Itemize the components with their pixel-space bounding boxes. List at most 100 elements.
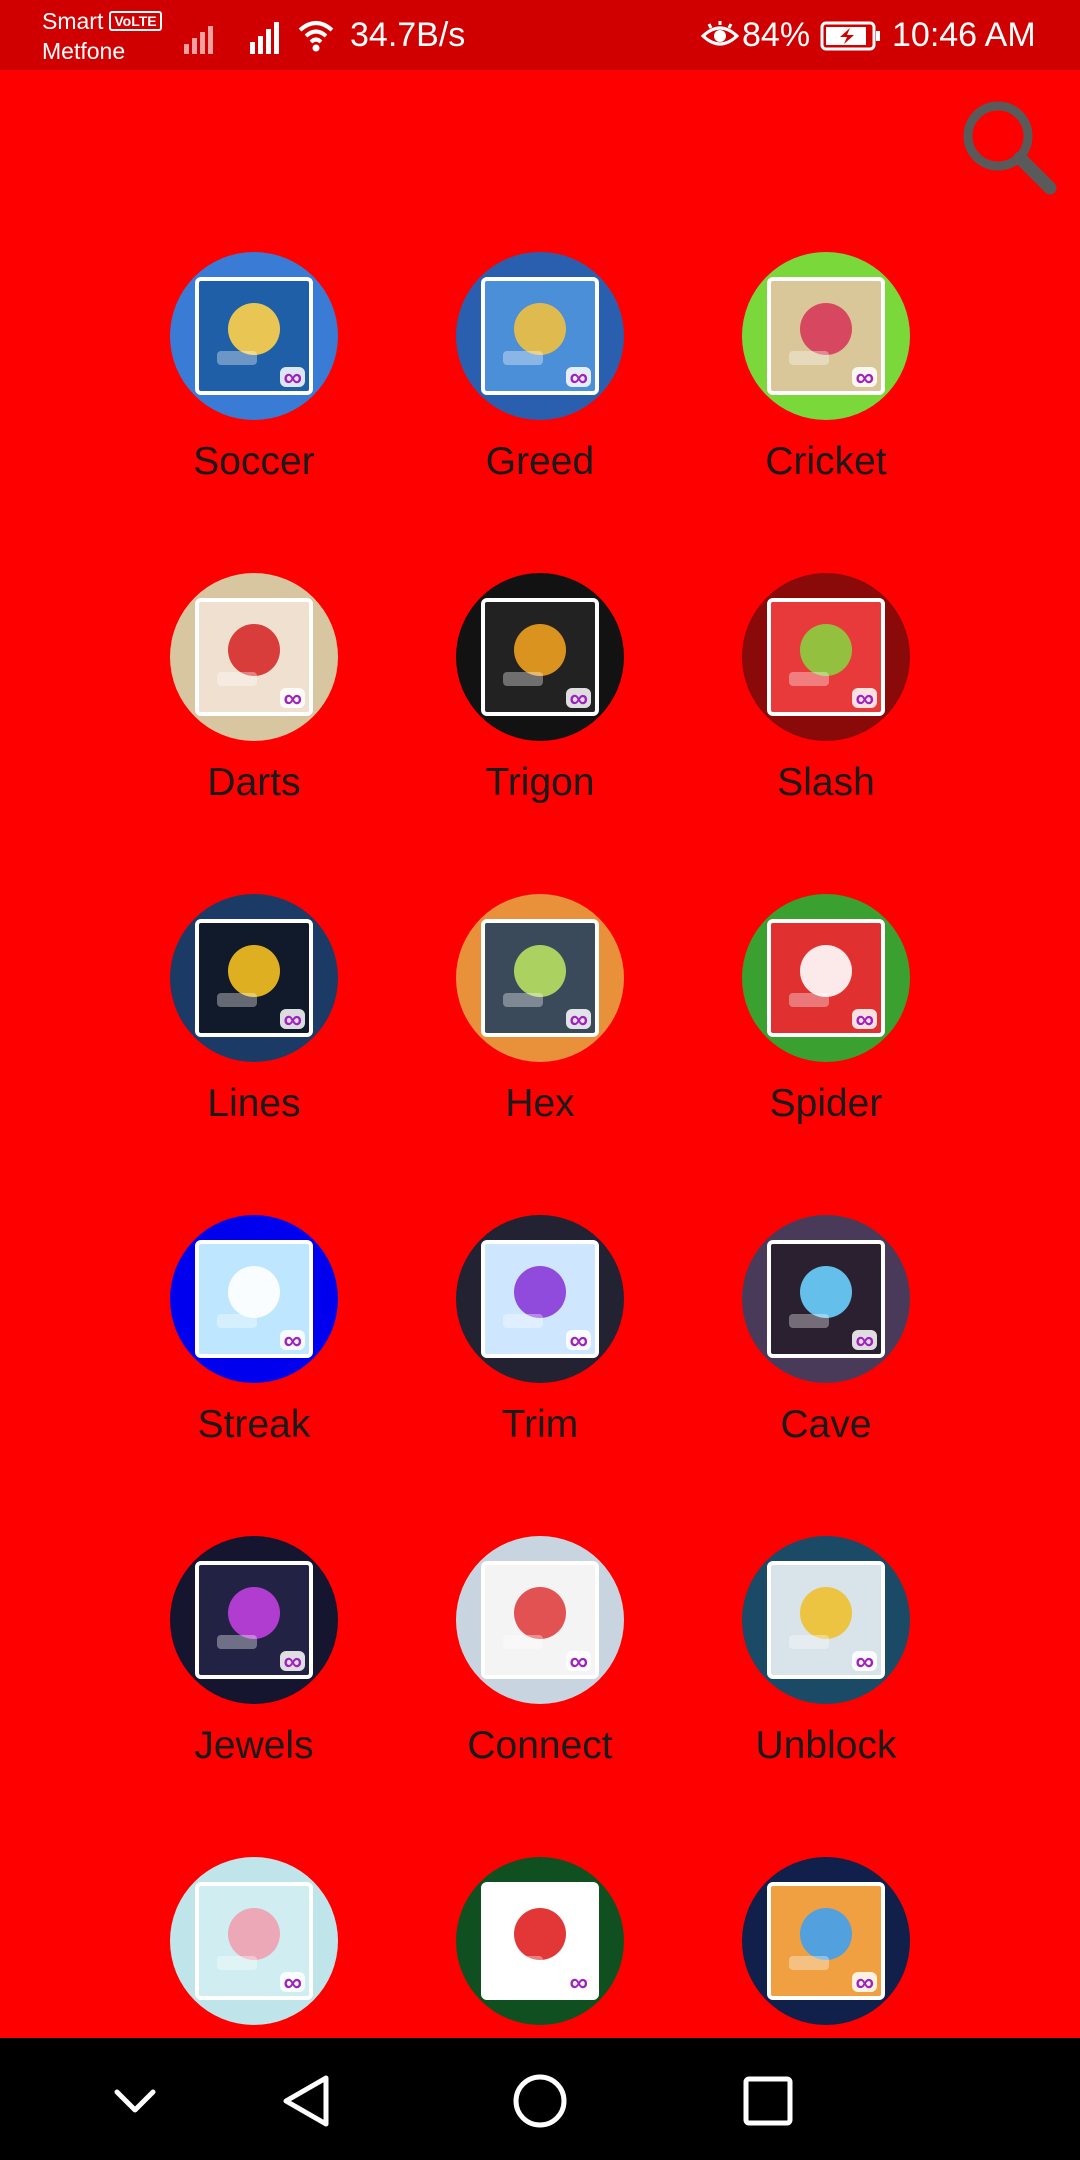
- game-tile[interactable]: ∞ Unblock: [683, 1536, 969, 1857]
- game-tile-content: ∞ Streak: [111, 1215, 397, 1447]
- game-thumbnail: ∞: [481, 598, 599, 716]
- game-icon[interactable]: ∞: [456, 1215, 624, 1383]
- game-tile-content: ∞: [111, 1857, 397, 2038]
- game-tile[interactable]: ∞: [111, 1857, 397, 2038]
- game-tile-content: ∞ Jewels: [111, 1536, 397, 1768]
- game-tile[interactable]: ∞: [397, 1857, 683, 2038]
- game-label: Spider: [769, 1082, 883, 1125]
- infinity-badge-icon: ∞: [280, 1969, 305, 1995]
- collapse-nav-button[interactable]: [100, 2066, 170, 2136]
- game-icon[interactable]: ∞: [742, 1857, 910, 2025]
- game-icon[interactable]: ∞: [456, 894, 624, 1062]
- recents-button[interactable]: [733, 2066, 803, 2136]
- game-thumbnail: ∞: [767, 277, 885, 395]
- infinity-badge-icon: ∞: [852, 1327, 877, 1353]
- infinity-badge-icon: ∞: [280, 364, 305, 390]
- infinity-badge-icon: ∞: [852, 1969, 877, 1995]
- game-icon[interactable]: ∞: [456, 252, 624, 420]
- infinity-badge-icon: ∞: [852, 685, 877, 711]
- game-tile[interactable]: ∞: [683, 1857, 969, 2038]
- game-icon[interactable]: ∞: [742, 894, 910, 1062]
- game-thumbnail: ∞: [767, 1240, 885, 1358]
- game-tile[interactable]: ∞ Cricket: [683, 70, 969, 573]
- game-icon[interactable]: ∞: [742, 573, 910, 741]
- game-icon[interactable]: ∞: [170, 1215, 338, 1383]
- game-tile[interactable]: ∞ Cave: [683, 1215, 969, 1536]
- game-icon[interactable]: ∞: [170, 1857, 338, 2025]
- home-button[interactable]: [505, 2066, 575, 2136]
- game-icon[interactable]: ∞: [456, 1536, 624, 1704]
- game-label: Cricket: [765, 440, 887, 483]
- game-tile[interactable]: ∞ Lines: [111, 894, 397, 1215]
- game-thumbnail: ∞: [481, 277, 599, 395]
- infinity-badge-icon: ∞: [566, 1969, 591, 1995]
- volte-badge: VoLTE: [109, 11, 162, 31]
- network-speed: 34.7B/s: [350, 16, 466, 54]
- home-circle-icon: [513, 2074, 567, 2128]
- games-grid-viewport[interactable]: ∞ Soccer ∞ Greed ∞ Cricket ∞ Darts ∞ Trigon ∞ Slash…: [0, 70, 1080, 2038]
- battery-charging-icon: [820, 21, 880, 51]
- infinity-badge-icon: ∞: [566, 1327, 591, 1353]
- game-thumbnail: ∞: [767, 598, 885, 716]
- game-tile-content: ∞ Trim: [397, 1215, 683, 1447]
- game-tile[interactable]: ∞ Jewels: [111, 1536, 397, 1857]
- infinity-badge-icon: ∞: [280, 1327, 305, 1353]
- game-tile-content: ∞ Darts: [111, 573, 397, 805]
- game-thumbnail: ∞: [481, 1561, 599, 1679]
- game-icon[interactable]: ∞: [170, 1536, 338, 1704]
- game-thumbnail: ∞: [481, 1240, 599, 1358]
- game-tile[interactable]: ∞ Trigon: [397, 573, 683, 894]
- back-triangle-icon: [283, 2075, 329, 2127]
- game-tile[interactable]: ∞ Trim: [397, 1215, 683, 1536]
- infinity-badge-icon: ∞: [566, 364, 591, 390]
- game-thumbnail: ∞: [195, 919, 313, 1037]
- game-tile-content: ∞ Lines: [111, 894, 397, 1126]
- infinity-badge-icon: ∞: [566, 1648, 591, 1674]
- back-button[interactable]: [272, 2066, 342, 2136]
- infinity-badge-icon: ∞: [566, 685, 591, 711]
- game-icon[interactable]: ∞: [170, 252, 338, 420]
- game-tile[interactable]: ∞ Soccer: [111, 70, 397, 573]
- eye-comfort-icon: [700, 21, 740, 46]
- game-tile[interactable]: ∞ Slash: [683, 573, 969, 894]
- game-tile[interactable]: ∞ Connect: [397, 1536, 683, 1857]
- carrier-name-secondary: Metfone: [42, 38, 126, 64]
- game-tile-content: ∞: [683, 1857, 969, 2038]
- game-icon[interactable]: ∞: [742, 1215, 910, 1383]
- game-tile[interactable]: ∞ Spider: [683, 894, 969, 1215]
- game-tile-content: ∞ Unblock: [683, 1536, 969, 1768]
- game-icon[interactable]: ∞: [742, 1536, 910, 1704]
- infinity-badge-icon: ∞: [852, 1648, 877, 1674]
- infinity-badge-icon: ∞: [566, 1006, 591, 1032]
- game-tile-content: ∞ Greed: [397, 252, 683, 484]
- game-tile-content: ∞ Soccer: [111, 252, 397, 484]
- game-label: Greed: [485, 440, 595, 483]
- chevron-down-icon: [114, 2089, 156, 2113]
- game-label: Slash: [777, 761, 875, 804]
- game-tile-content: ∞ Cave: [683, 1215, 969, 1447]
- status-bar: Smart VoLTE Metfone 34.7B/s 84% 10:46 AM: [0, 0, 1080, 70]
- game-label: Soccer: [193, 440, 315, 483]
- game-tile[interactable]: ∞ Streak: [111, 1215, 397, 1536]
- game-tile-content: ∞: [397, 1857, 683, 2038]
- recents-square-icon: [743, 2076, 793, 2126]
- game-icon[interactable]: ∞: [170, 573, 338, 741]
- game-icon[interactable]: ∞: [456, 573, 624, 741]
- game-tile-content: ∞ Trigon: [397, 573, 683, 805]
- game-thumbnail: ∞: [767, 1561, 885, 1679]
- infinity-badge-icon: ∞: [280, 685, 305, 711]
- signal-strength-icon: [184, 26, 213, 54]
- game-tile[interactable]: ∞ Greed: [397, 70, 683, 573]
- game-thumbnail: ∞: [767, 919, 885, 1037]
- game-icon[interactable]: ∞: [170, 894, 338, 1062]
- game-icon[interactable]: ∞: [742, 252, 910, 420]
- game-tile-content: ∞ Cricket: [683, 252, 969, 484]
- game-tile-content: ∞ Slash: [683, 573, 969, 805]
- game-thumbnail: ∞: [195, 598, 313, 716]
- game-icon[interactable]: ∞: [456, 1857, 624, 2025]
- game-label: Streak: [197, 1403, 311, 1446]
- game-label: Trigon: [485, 761, 595, 804]
- game-tile[interactable]: ∞ Darts: [111, 573, 397, 894]
- game-tile[interactable]: ∞ Hex: [397, 894, 683, 1215]
- game-label: Jewels: [194, 1724, 314, 1767]
